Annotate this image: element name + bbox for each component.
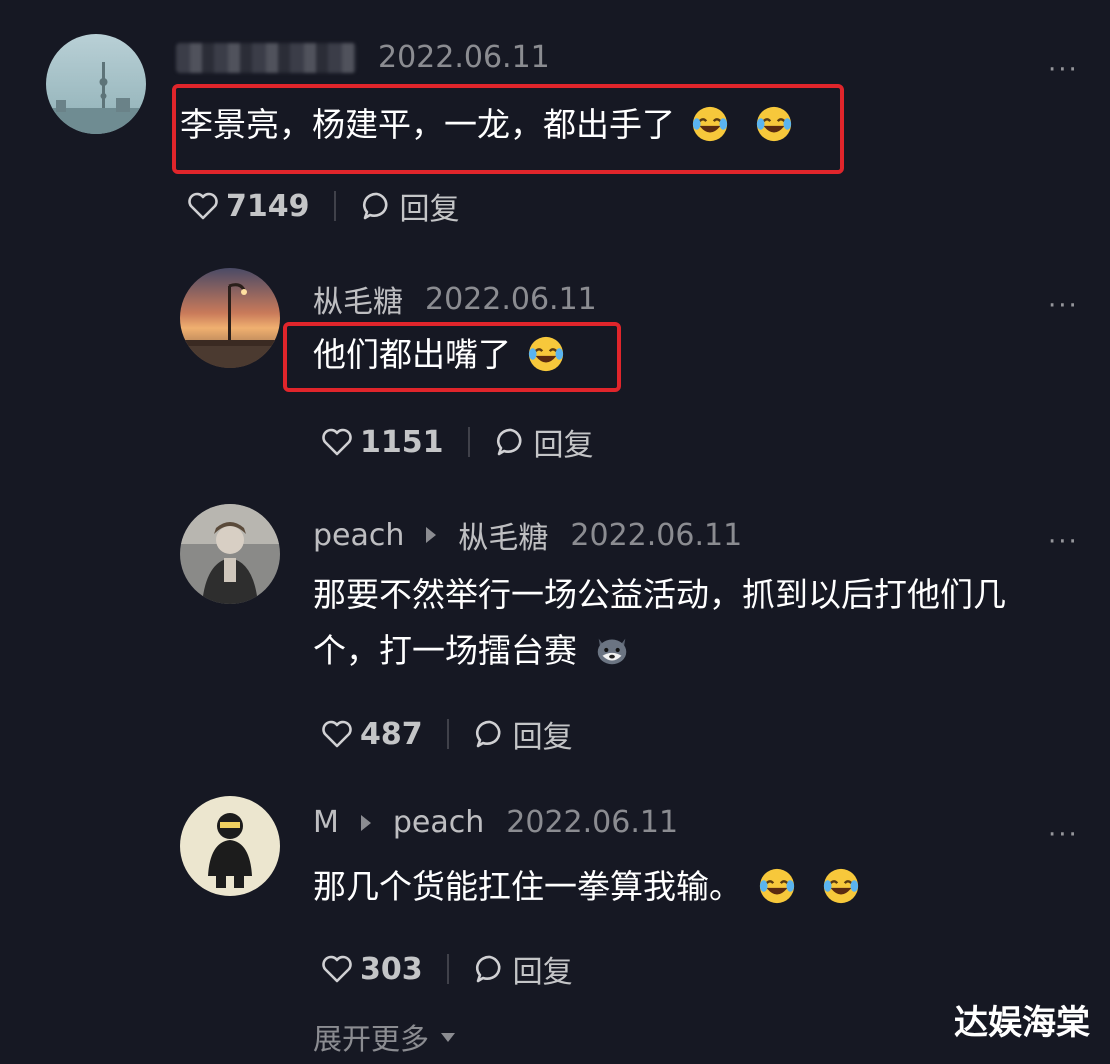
expand-label: 展开更多 xyxy=(313,1022,430,1056)
avatar-person-bw-image xyxy=(180,504,280,604)
comment-2-actions: 1151 回复 xyxy=(320,420,594,464)
commenter-name[interactable]: 枞毛糖 xyxy=(313,277,403,321)
avatar-cartoon-figure-image xyxy=(180,796,280,896)
husky-dog-emoji xyxy=(593,631,631,669)
comment-2-meta: 枞毛糖 2022.06.11 xyxy=(313,277,597,321)
comment-bubble-icon xyxy=(494,425,528,459)
comment-3-text-row-1: 那要不然举行一场公益活动，抓到以后打他们几 xyxy=(313,564,1006,626)
heart-icon xyxy=(320,717,354,751)
divider xyxy=(446,954,449,984)
like-count: 303 xyxy=(360,951,423,987)
laughing-tears-emoji xyxy=(822,867,860,905)
comment-text: 那几个货能扛住一拳算我输。 xyxy=(313,867,742,906)
avatar-city-tower-image xyxy=(46,34,146,134)
divider xyxy=(467,427,470,457)
laughing-tears-emoji xyxy=(691,105,729,143)
expand-more-button[interactable]: 展开更多 xyxy=(313,1016,456,1058)
reply-label: 回复 xyxy=(512,955,573,990)
avatar-sunset-pier-image xyxy=(180,268,280,368)
comment-date: 2022.06.11 xyxy=(570,517,743,553)
like-count: 7149 xyxy=(226,188,310,224)
laughing-tears-emoji xyxy=(758,867,796,905)
expand-triangle-icon xyxy=(441,1032,456,1042)
reply-arrow-icon xyxy=(426,527,437,543)
reply-label: 回复 xyxy=(512,720,573,755)
avatar-commenter-1[interactable] xyxy=(46,34,146,134)
comment-date: 2022.06.11 xyxy=(506,805,679,840)
watermark: 达娱海棠 xyxy=(954,1003,1090,1043)
commenter-name[interactable]: M xyxy=(313,805,339,840)
more-dots-icon[interactable]: ··· xyxy=(1048,293,1079,319)
reply-button[interactable]: 回复 xyxy=(494,420,594,464)
more-dots-icon[interactable]: ··· xyxy=(1048,822,1079,848)
comment-3-text-row-2: 个，打一场擂台赛 xyxy=(313,620,631,682)
avatar-commenter-3[interactable] xyxy=(180,504,280,604)
comment-4-actions: 303 回复 xyxy=(320,947,573,991)
comment-4-meta: M peach 2022.06.11 xyxy=(313,805,678,840)
like-button[interactable]: 303 xyxy=(320,952,423,987)
comment-1-actions: 7149 回复 xyxy=(186,184,460,228)
commenter-name[interactable]: peach xyxy=(313,518,404,553)
comment-date: 2022.06.11 xyxy=(425,281,597,317)
reply-to-name[interactable]: peach xyxy=(393,805,484,840)
comment-text: 个，打一场擂台赛 xyxy=(313,631,577,670)
reply-to-name[interactable]: 枞毛糖 xyxy=(458,513,548,557)
heart-icon xyxy=(320,952,354,986)
reply-button[interactable]: 回复 xyxy=(360,184,460,228)
comment-1-text-row: 李景亮，杨建平，一龙，都出手了 xyxy=(180,94,793,156)
comment-4-text-row: 那几个货能扛住一拳算我输。 xyxy=(313,856,860,918)
comment-bubble-icon xyxy=(360,189,394,223)
comment-2-text-row: 他们都出嘴了 xyxy=(313,324,565,386)
reply-label: 回复 xyxy=(399,192,460,227)
like-button[interactable]: 1151 xyxy=(320,425,444,460)
heart-icon xyxy=(320,425,354,459)
divider xyxy=(333,191,336,221)
avatar-commenter-4[interactable] xyxy=(180,796,280,896)
more-dots-icon[interactable]: ··· xyxy=(1048,529,1079,555)
heart-icon xyxy=(186,189,220,223)
comment-bubble-icon xyxy=(473,717,507,751)
like-button[interactable]: 7149 xyxy=(186,189,310,224)
comment-3-actions: 487 回复 xyxy=(320,712,573,756)
comment-text: 李景亮，杨建平，一龙，都出手了 xyxy=(180,105,675,144)
reply-button[interactable]: 回复 xyxy=(473,947,573,991)
reply-arrow-icon xyxy=(360,814,371,831)
reply-label: 回复 xyxy=(533,428,594,463)
laughing-tears-emoji xyxy=(755,105,793,143)
avatar-commenter-2[interactable] xyxy=(180,268,280,368)
comment-bubble-icon xyxy=(473,952,507,986)
more-dots-icon[interactable]: ··· xyxy=(1048,57,1079,83)
comment-text: 他们都出嘴了 xyxy=(313,335,511,374)
comment-thread: 2022.06.11 ··· 李景亮，杨建平，一龙，都出手了 7149 回复 枞… xyxy=(0,0,1110,1064)
comment-text: 那要不然举行一场公益活动，抓到以后打他们几 xyxy=(313,575,1006,614)
divider xyxy=(446,719,449,749)
comment-3-meta: peach 枞毛糖 2022.06.11 xyxy=(313,513,742,557)
like-count: 487 xyxy=(360,716,423,752)
blurred-username xyxy=(176,42,356,73)
comment-date: 2022.06.11 xyxy=(378,40,550,75)
like-button[interactable]: 487 xyxy=(320,717,423,752)
like-count: 1151 xyxy=(360,424,444,460)
comment-1-meta: 2022.06.11 xyxy=(176,40,550,75)
laughing-tears-emoji xyxy=(527,335,565,373)
reply-button[interactable]: 回复 xyxy=(473,712,573,756)
